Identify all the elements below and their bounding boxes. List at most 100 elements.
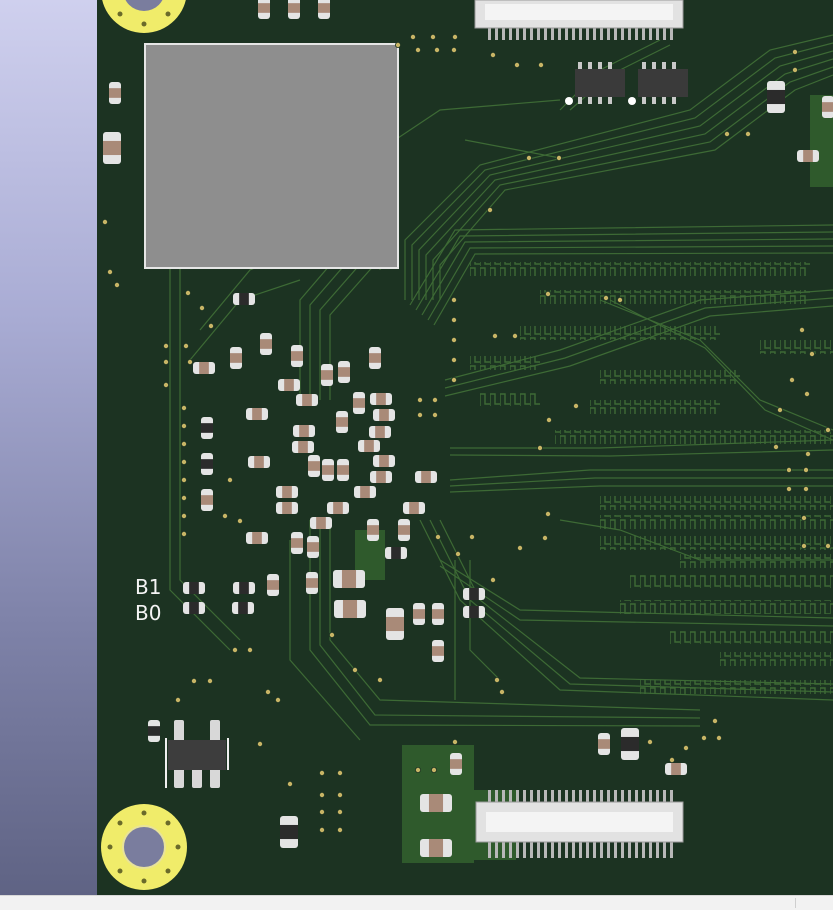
smd-component [327, 502, 349, 514]
smd-component [369, 426, 391, 438]
pcb-board: B1 B0 [97, 0, 833, 895]
smd-component [370, 471, 392, 483]
via [825, 543, 832, 550]
via [799, 326, 806, 333]
smd-component [403, 502, 425, 514]
via [336, 792, 343, 799]
smd-component [333, 570, 365, 588]
smd-component [358, 440, 380, 452]
smd-component [230, 347, 242, 369]
via [318, 792, 325, 799]
via [246, 647, 253, 654]
3d-viewport[interactable]: B1 B0 [0, 0, 833, 895]
smd-component [280, 816, 298, 848]
smd-component [621, 728, 639, 760]
via [430, 767, 437, 774]
via [777, 406, 784, 413]
via [468, 534, 475, 541]
smd-component [201, 417, 213, 439]
via [617, 296, 624, 303]
via [450, 316, 457, 323]
status-separator [795, 898, 796, 908]
via [429, 34, 436, 41]
via [336, 827, 343, 834]
via [206, 678, 213, 685]
smd-component [183, 582, 205, 594]
smd-component [334, 600, 366, 618]
via [805, 450, 812, 457]
smd-component [308, 455, 320, 477]
via [745, 130, 752, 137]
via [542, 535, 549, 542]
via [274, 697, 281, 704]
via [803, 485, 810, 492]
via [809, 350, 816, 357]
via [180, 422, 187, 429]
smd-component [233, 582, 255, 594]
via [180, 458, 187, 465]
via [190, 678, 197, 685]
smd-component [291, 345, 303, 367]
smd-component [415, 471, 437, 483]
smd-component [307, 536, 319, 558]
smd-component [278, 379, 300, 391]
via [825, 426, 832, 433]
smd-component [322, 459, 334, 481]
via [434, 534, 441, 541]
smd-component [386, 608, 404, 640]
smd-component [260, 333, 272, 355]
via [556, 154, 563, 161]
smd-component [463, 588, 485, 600]
smd-component [276, 502, 298, 514]
via [683, 745, 690, 752]
smd-component [109, 82, 121, 104]
smd-component [103, 132, 121, 164]
via [182, 342, 189, 349]
smd-component [338, 361, 350, 383]
smd-component [201, 489, 213, 511]
smd-component [183, 602, 205, 614]
smd-component [420, 839, 452, 857]
smd-component [598, 733, 610, 755]
via [431, 411, 438, 418]
smd-component [292, 441, 314, 453]
via [409, 34, 416, 41]
via [433, 47, 440, 54]
via [416, 396, 423, 403]
via [231, 647, 238, 654]
via [491, 332, 498, 339]
via [114, 281, 121, 288]
smd-component [665, 763, 687, 775]
smd-component [310, 517, 332, 529]
via [803, 466, 810, 473]
smd-component [822, 96, 833, 118]
smd-component [321, 364, 333, 386]
smd-component [337, 459, 349, 481]
smd-component [367, 519, 379, 541]
smd-component [354, 486, 376, 498]
mounting-hole [101, 804, 187, 890]
via [450, 47, 457, 54]
via [286, 781, 293, 788]
smd-component [246, 532, 268, 544]
via [450, 296, 457, 303]
via [107, 268, 114, 275]
via [792, 49, 799, 56]
smd-component [336, 411, 348, 433]
via [318, 770, 325, 777]
via [786, 485, 793, 492]
via [198, 304, 205, 311]
via [801, 515, 808, 522]
via [786, 466, 793, 473]
via [180, 404, 187, 411]
via [416, 411, 423, 418]
smd-component [201, 453, 213, 475]
via [226, 476, 233, 483]
via [351, 667, 358, 674]
smd-component [432, 640, 444, 662]
smd-component [398, 519, 410, 541]
smd-component [291, 532, 303, 554]
via [450, 376, 457, 383]
via [186, 358, 193, 365]
smd-component [373, 455, 395, 467]
